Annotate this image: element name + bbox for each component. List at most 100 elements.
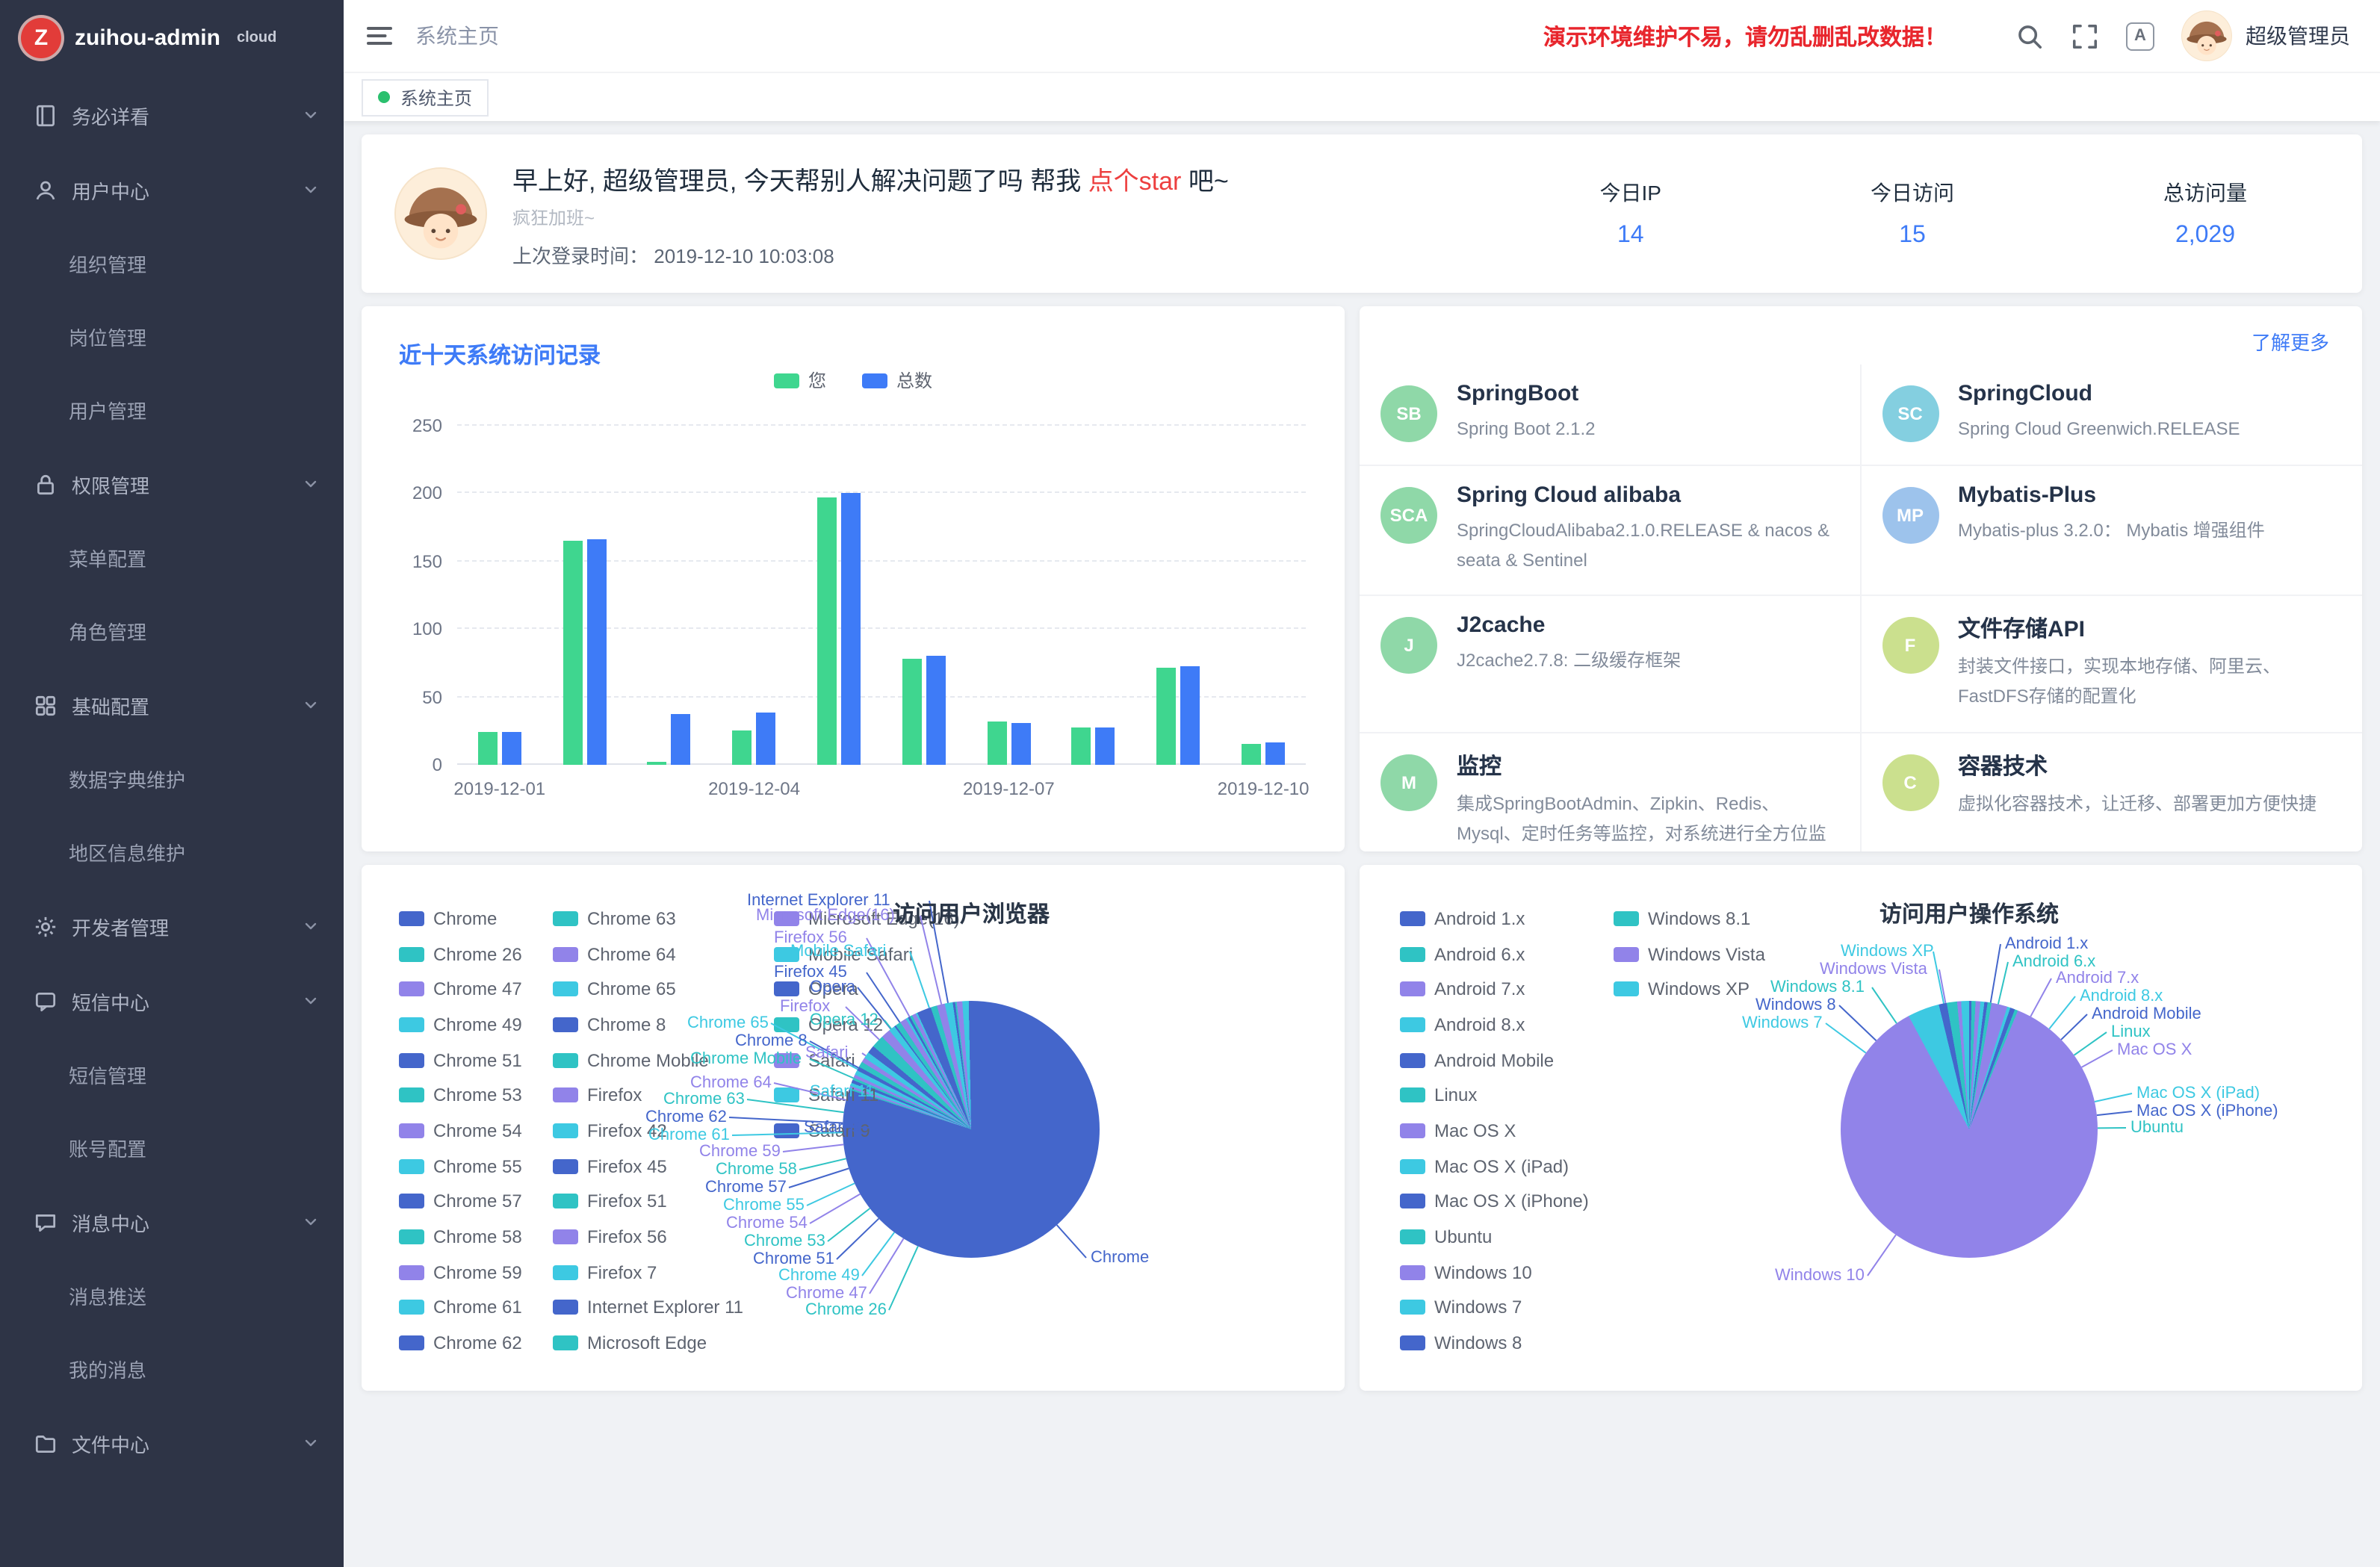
legend-item[interactable]: Mac OS X: [1400, 1113, 1589, 1148]
legend-item[interactable]: Chrome 63: [553, 901, 743, 936]
legend-item[interactable]: Chrome 8: [553, 1007, 743, 1042]
legend-item[interactable]: Firefox 51: [553, 1184, 743, 1219]
legend-item[interactable]: Android Mobile: [1400, 1043, 1589, 1078]
greeting-subtitle: 疯狂加班~: [512, 204, 1229, 229]
star-link[interactable]: 点个star: [1088, 167, 1182, 195]
legend-item[interactable]: Chrome 62: [399, 1326, 522, 1361]
legend-item[interactable]: Chrome 57: [399, 1184, 522, 1219]
sidebar-item-0[interactable]: 务必详看: [0, 78, 344, 152]
legend-item[interactable]: Firefox: [553, 1078, 743, 1113]
legend-item[interactable]: Windows 8.1: [1614, 901, 1765, 936]
sidebar-subitem[interactable]: 组织管理: [0, 227, 344, 300]
legend-item[interactable]: Chrome 49: [399, 1007, 522, 1042]
legend-item[interactable]: Safari: [774, 1043, 960, 1078]
legend-item[interactable]: Chrome 65: [553, 972, 743, 1007]
legend-label: Android 7.x: [1434, 978, 1525, 999]
legend-item[interactable]: Chrome 26: [399, 936, 522, 971]
legend-item[interactable]: Chrome 55: [399, 1149, 522, 1184]
legend-item[interactable]: Android 7.x: [1400, 972, 1589, 1007]
legend-item[interactable]: Mac OS X (iPhone): [1400, 1184, 1589, 1219]
stat-0: 今日IP14: [1600, 178, 1661, 249]
brand[interactable]: Z zuihou-admin cloud: [0, 0, 344, 75]
legend-item[interactable]: Firefox 56: [553, 1219, 743, 1254]
brand-logo-icon: Z: [21, 17, 61, 58]
legend-item[interactable]: Chrome 53: [399, 1078, 522, 1113]
legend-item[interactable]: Linux: [1400, 1078, 1589, 1113]
sidebar-subitem[interactable]: 用户管理: [0, 373, 344, 447]
sidebar-item-4[interactable]: 开发者管理: [0, 889, 344, 964]
legend-item[interactable]: Mac OS X (iPad): [1400, 1149, 1589, 1184]
legend-item[interactable]: Windows 7: [1400, 1290, 1589, 1325]
legend-item[interactable]: Chrome 58: [399, 1219, 522, 1254]
legend-item[interactable]: Chrome 47: [399, 972, 522, 1007]
legend-item[interactable]: Android 6.x: [1400, 936, 1589, 971]
sidebar-item-2[interactable]: 权限管理: [0, 447, 344, 521]
sidebar-subitem[interactable]: 我的消息: [0, 1332, 344, 1406]
bar-chart-title: 近十天系统访问记录: [399, 339, 601, 370]
sidebar-subitem[interactable]: 角色管理: [0, 595, 344, 668]
legend-item[interactable]: Android 1.x: [1400, 901, 1589, 936]
legend-item[interactable]: Windows XP: [1614, 972, 1765, 1007]
legend-item[interactable]: Chrome: [399, 901, 522, 936]
legend-item[interactable]: Chrome 64: [553, 936, 743, 971]
legend-label: Opera 12: [808, 1014, 883, 1035]
legend-item[interactable]: Mobile Safari: [774, 936, 960, 971]
search-icon[interactable]: [2015, 22, 2044, 50]
sidebar-item-1[interactable]: 用户中心: [0, 152, 344, 227]
sidebar-subitem[interactable]: 地区信息维护: [0, 816, 344, 889]
legend-label: Mac OS X (iPad): [1434, 1155, 1569, 1176]
legend-item[interactable]: Safari 11: [774, 1078, 960, 1113]
legend-item[interactable]: Firefox 45: [553, 1149, 743, 1184]
breadcrumb[interactable]: 系统主页: [415, 21, 499, 51]
legend-item[interactable]: Chrome 59: [399, 1255, 522, 1290]
tab-system-home[interactable]: 系统主页: [362, 78, 489, 116]
legend-item[interactable]: Windows 8: [1400, 1326, 1589, 1361]
sidebar-subitem-label: 菜单配置: [69, 544, 146, 572]
bar-group-2019-12-05: [796, 426, 881, 765]
legend-item[interactable]: 总数: [862, 367, 932, 393]
legend-item[interactable]: Safari 9: [774, 1113, 960, 1148]
legend-label: 您: [808, 367, 826, 393]
stat-value: 14: [1600, 223, 1661, 249]
tech-title: 监控: [1457, 750, 1829, 781]
legend-item[interactable]: Windows 10: [1400, 1255, 1589, 1290]
legend-item[interactable]: Chrome 54: [399, 1113, 522, 1148]
legend-item[interactable]: Android 8.x: [1400, 1007, 1589, 1042]
sidebar-subitem[interactable]: 菜单配置: [0, 521, 344, 595]
legend-item[interactable]: 您: [774, 367, 826, 393]
sidebar-subitem[interactable]: 岗位管理: [0, 300, 344, 373]
sidebar-subitem[interactable]: 消息推送: [0, 1259, 344, 1332]
sidebar-item-7[interactable]: 文件中心: [0, 1406, 344, 1480]
sidebar-subitem[interactable]: 数据字典维护: [0, 742, 344, 816]
legend-item[interactable]: Internet Explorer 11: [553, 1290, 743, 1325]
x-axis-label: 2019-12-04: [708, 778, 800, 799]
current-user-name[interactable]: 超级管理员: [2246, 21, 2350, 51]
learn-more-link[interactable]: 了解更多: [2252, 327, 2329, 356]
brand-suffix: cloud: [237, 29, 276, 46]
legend-item[interactable]: Windows Vista: [1614, 936, 1765, 971]
legend-label: Chrome 47: [433, 978, 522, 999]
legend-item[interactable]: Microsoft Edge: [553, 1326, 743, 1361]
sidebar-item-3[interactable]: 基础配置: [0, 668, 344, 742]
sidebar-item-5[interactable]: 短信中心: [0, 964, 344, 1038]
legend-item[interactable]: Chrome 61: [399, 1290, 522, 1325]
last-login-time: 2019-12-10 10:03:08: [654, 244, 834, 267]
legend-item[interactable]: Opera: [774, 972, 960, 1007]
avatar[interactable]: [2181, 10, 2232, 61]
legend-item[interactable]: Opera 12: [774, 1007, 960, 1042]
legend-label: Chrome 64: [587, 943, 676, 964]
sidebar-item-6[interactable]: 消息中心: [0, 1185, 344, 1259]
legend-swatch: [774, 946, 799, 961]
sidebar-subitem-label: 组织管理: [69, 249, 146, 278]
fullscreen-icon[interactable]: [2071, 22, 2099, 50]
legend-item[interactable]: Firefox 7: [553, 1255, 743, 1290]
legend-item[interactable]: Chrome Mobile: [553, 1043, 743, 1078]
legend-item[interactable]: Firefox 42: [553, 1113, 743, 1148]
sidebar-toggle-icon[interactable]: [365, 21, 394, 51]
font-size-icon[interactable]: A: [2126, 22, 2154, 50]
legend-item[interactable]: Chrome 51: [399, 1043, 522, 1078]
sidebar-subitem[interactable]: 账号配置: [0, 1111, 344, 1185]
legend-label: Windows Vista: [1648, 943, 1765, 964]
legend-item[interactable]: Ubuntu: [1400, 1219, 1589, 1254]
sidebar-subitem[interactable]: 短信管理: [0, 1038, 344, 1111]
